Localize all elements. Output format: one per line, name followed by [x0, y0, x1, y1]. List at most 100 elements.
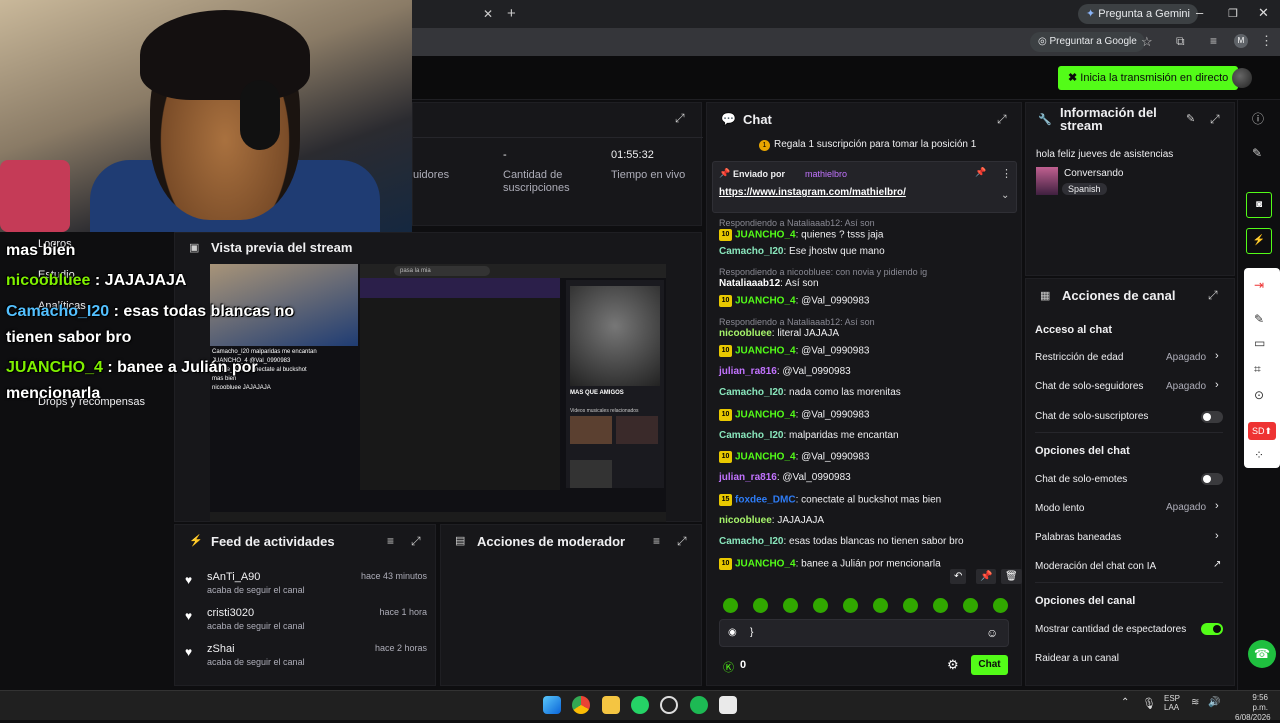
go-live-button[interactable]: ✖ Inicia la transmisión en directo — [1058, 66, 1239, 90]
chat-message[interactable]: nicoobluee: literal JAJAJA — [719, 328, 839, 339]
chat-username[interactable]: nicoobluee — [719, 328, 772, 339]
chat-username[interactable]: JUANCHO_4 — [735, 296, 796, 307]
chat-username[interactable]: julian_ra816 — [719, 472, 777, 483]
chat-message[interactable]: 10 JUANCHO_4: @Val_0990983 — [719, 295, 870, 308]
emote-icon[interactable] — [993, 598, 1008, 613]
unpin-icon[interactable]: 📌 — [975, 167, 986, 178]
filter-icon[interactable]: ≡ — [653, 534, 660, 548]
share-icon[interactable]: ⇥ — [1254, 278, 1264, 292]
rectangle-icon[interactable]: ▭ — [1254, 336, 1265, 350]
window-close-icon[interactable]: ✕ — [1258, 5, 1269, 21]
chevron-down-icon[interactable]: ⌄ — [1001, 190, 1009, 201]
chat-message[interactable]: julian_ra816: @Val_0990983 — [719, 472, 851, 483]
input-language[interactable]: ESP LAA — [1164, 694, 1180, 712]
rail-camera-button[interactable]: ◙ — [1246, 192, 1272, 218]
emoji-shield-icon[interactable]: ◉ — [728, 627, 737, 638]
chrome-icon[interactable] — [572, 696, 590, 714]
chat-message[interactable]: 10 JUANCHO_4: @Val_0990983 — [719, 451, 870, 464]
gift-sub-banner[interactable]: 1 Regala 1 suscripción para tomar la posi… — [759, 139, 976, 151]
whatsapp-icon[interactable] — [631, 696, 649, 714]
volume-icon[interactable]: 🔊 — [1208, 697, 1220, 708]
delete-icon[interactable]: 🗑 — [1001, 569, 1022, 584]
show-viewers-toggle[interactable] — [1201, 623, 1223, 635]
pinned-user[interactable]: mathielbro — [805, 169, 847, 179]
category-name[interactable]: Conversando — [1064, 168, 1123, 179]
chat-message[interactable]: Camacho_I20: esas todas blancas no tiene… — [719, 536, 964, 547]
activity-user[interactable]: cristi3020 — [207, 607, 254, 619]
user-avatar[interactable] — [1232, 68, 1252, 88]
maximize-icon[interactable]: ❐ — [1228, 7, 1238, 20]
new-tab-icon[interactable]: + — [507, 5, 516, 22]
popout-icon[interactable]: ⤢ — [1210, 112, 1220, 127]
chat-message[interactable]: nicoobluee: JAJAJAJA — [719, 515, 824, 526]
obs-icon[interactable] — [660, 696, 678, 714]
edit-icon[interactable]: ✎ — [1252, 146, 1262, 160]
subs-only-toggle[interactable] — [1201, 411, 1223, 423]
ask-google-button[interactable]: ◎ Preguntar a Google — [1030, 32, 1145, 52]
chat-username[interactable]: Camacho_I20 — [719, 246, 783, 257]
followers-only-row[interactable]: Chat de solo-seguidores Apagado › — [1035, 379, 1225, 395]
chat-username[interactable]: foxdee_DMC — [735, 494, 796, 505]
chat-message[interactable]: 10 JUANCHO_4: @Val_0990983 — [719, 408, 870, 421]
chat-username[interactable]: JUANCHO_4 — [735, 452, 796, 463]
menu-kebab-icon[interactable]: ⋮ — [1260, 33, 1273, 49]
file-explorer-icon[interactable] — [602, 696, 620, 714]
popout-icon[interactable]: ⤢ — [677, 534, 687, 549]
activity-user[interactable]: zShai — [207, 643, 235, 655]
windows-start-icon[interactable] — [543, 696, 561, 714]
emote-icon[interactable] — [783, 598, 798, 613]
banned-words-row[interactable]: Palabras baneadas › — [1035, 530, 1225, 546]
chat-message[interactable]: Camacho_I20: nada como las morenitas — [719, 387, 901, 398]
kick-points-icon[interactable]: Ⓚ — [723, 659, 734, 675]
chat-username[interactable]: Camacho_I20 — [719, 536, 783, 547]
chat-message[interactable]: 10 JUANCHO_4: @Val_0990983 — [719, 344, 870, 357]
emote-icon[interactable] — [753, 598, 768, 613]
age-restriction-row[interactable]: Restricción de edad Apagado › — [1035, 350, 1225, 366]
target-icon[interactable]: ⊙ — [1254, 388, 1264, 402]
popout-icon[interactable]: ⤢ — [1208, 288, 1218, 303]
emoji-picker-icon[interactable]: ☺ — [986, 626, 998, 640]
emote-icon[interactable] — [903, 598, 918, 613]
chat-username[interactable]: Camacho_I20 — [719, 387, 783, 398]
chat-username[interactable]: Nataliaaab12 — [719, 278, 780, 289]
extensions-icon[interactable]: ⧉ — [1176, 34, 1185, 49]
popout-icon[interactable]: ⤢ — [411, 534, 421, 549]
chat-settings-icon[interactable]: ⚙ — [947, 657, 959, 673]
minimize-icon[interactable]: – — [1196, 5, 1203, 20]
reading-list-icon[interactable]: ≡ — [1210, 34, 1217, 48]
chat-username[interactable]: JUANCHO_4 — [735, 345, 796, 356]
tray-chevron-up-icon[interactable]: ⌃ — [1121, 697, 1129, 708]
chat-message[interactable]: Camacho_I20: malparidas me encantan — [719, 430, 899, 441]
emote-icon[interactable] — [963, 598, 978, 613]
chat-message[interactable]: 10 JUANCHO_4: banee a Julián por menciona… — [719, 557, 941, 570]
clock[interactable]: 9:56 p.m. 6/08/2026 — [1235, 693, 1271, 723]
app-icon[interactable] — [719, 696, 737, 714]
microphone-icon[interactable]: 🎙 — [1142, 697, 1156, 710]
ai-moderation-row[interactable]: Moderación del chat con IA ↗ — [1035, 559, 1225, 575]
activity-user[interactable]: sAnTi_A90 — [207, 571, 260, 583]
pinned-link[interactable]: https://www.instagram.com/mathielbro/ — [719, 187, 906, 198]
slow-mode-row[interactable]: Modo lento Apagado › — [1035, 500, 1225, 516]
popout-icon[interactable]: ⤢ — [997, 112, 1007, 127]
chat-message[interactable]: Camacho_I20: Ese jhostw que mano — [719, 246, 885, 257]
chat-username[interactable]: JUANCHO_4 — [735, 558, 796, 569]
support-headset-icon[interactable]: ☎ — [1248, 640, 1276, 668]
chat-username[interactable]: Camacho_I20 — [719, 430, 783, 441]
gemini-button[interactable]: ✦ Pregunta a Gemini — [1078, 4, 1198, 24]
emotes-only-toggle[interactable] — [1201, 473, 1223, 485]
wifi-icon[interactable]: ≋ — [1191, 697, 1199, 708]
chat-message[interactable]: 10 JUANCHO_4: quienes ? tsss jaja — [719, 229, 883, 241]
info-icon[interactable]: ⓘ — [1252, 110, 1264, 127]
chat-send-button[interactable]: Chat — [971, 655, 1008, 675]
crop-icon[interactable]: ⌗ — [1254, 362, 1261, 377]
chat-message[interactable]: 15 foxdee_DMC: conectate al buckshot mas … — [719, 493, 941, 506]
chat-username[interactable]: nicoobluee — [719, 515, 772, 526]
chat-input-box[interactable]: ◉ } ☺ — [719, 619, 1009, 647]
edit-pencil-icon[interactable]: ✎ — [1186, 112, 1195, 125]
chat-username[interactable]: julian_ra816 — [719, 366, 777, 377]
filter-icon[interactable]: ≡ — [387, 534, 394, 548]
pen-icon[interactable]: ✎ — [1254, 312, 1264, 326]
chat-message[interactable]: Nataliaaab12: Así son — [719, 278, 819, 289]
chat-username[interactable]: JUANCHO_4 — [735, 409, 796, 420]
emote-icon[interactable] — [843, 598, 858, 613]
